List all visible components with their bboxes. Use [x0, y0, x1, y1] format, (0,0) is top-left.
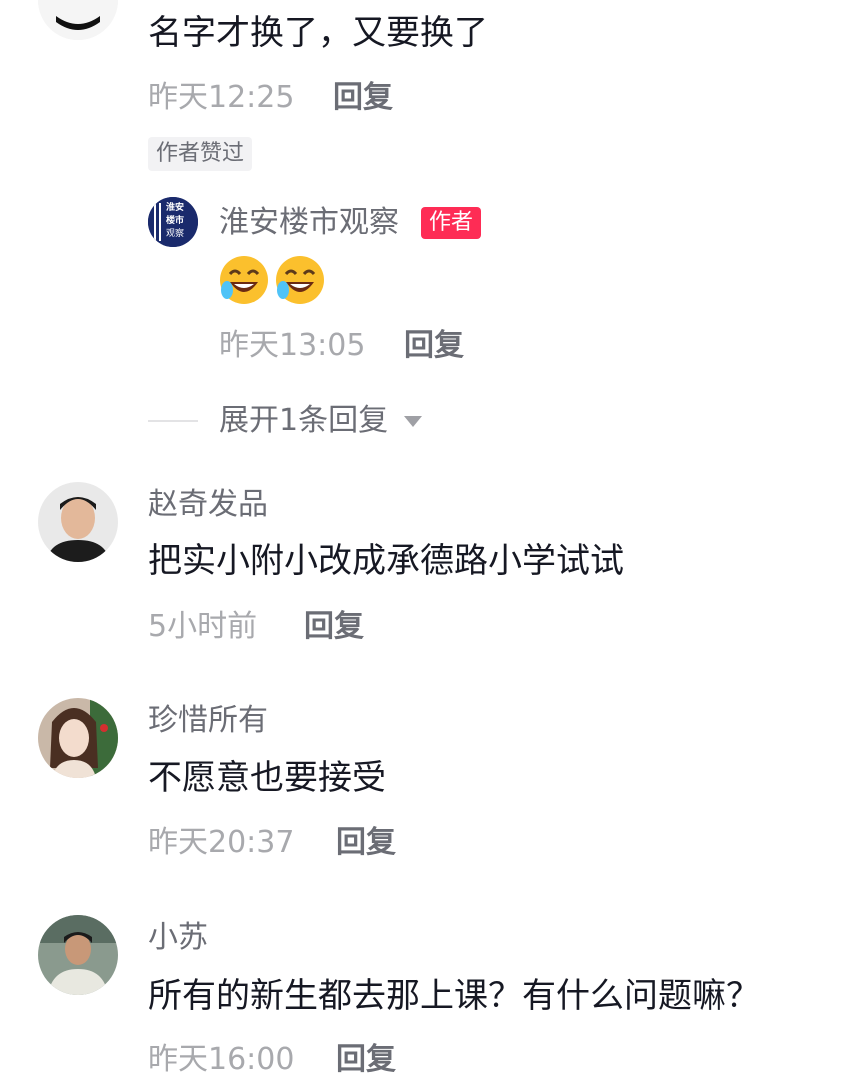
laughing-emoji-icon: [220, 256, 324, 304]
comment-text: 名字才换了，又要换了: [148, 13, 488, 53]
reply-author-name[interactable]: 淮安楼市观察: [219, 205, 399, 241]
avatar-author[interactable]: 淮安 楼市 观察: [148, 197, 198, 247]
reply-button[interactable]: 回复: [404, 328, 464, 364]
comment-time: 昨天12:25: [148, 80, 295, 115]
avatar-commenter[interactable]: [38, 698, 118, 778]
author-liked-badge: 作者赞过: [148, 137, 253, 171]
avatar-commenter-1[interactable]: [38, 0, 118, 40]
comment-time: 昨天16:00: [148, 1042, 295, 1077]
avatar-author-logo-text: 淮安 楼市 观察: [166, 203, 185, 239]
commenter-name[interactable]: 赵奇发品: [148, 487, 268, 523]
reply-button[interactable]: 回复: [336, 825, 396, 861]
avatar-commenter[interactable]: [38, 482, 118, 562]
comment-time: 昨天20:37: [148, 825, 295, 860]
reply-button[interactable]: 回复: [336, 1042, 396, 1078]
reply-button[interactable]: 回复: [304, 609, 364, 645]
reply-time: 昨天13:05: [219, 328, 366, 363]
comment-text: 所有的新生都去那上课？有什么问题嘛？: [148, 976, 760, 1016]
comment-text: 把实小附小改成承德路小学试试: [148, 541, 624, 581]
author-badge: 作者: [421, 207, 482, 239]
commenter-name[interactable]: 小苏: [148, 920, 208, 956]
laughing-emoji-pair: 🤣🤣: [216, 252, 332, 308]
avatar-commenter[interactable]: [38, 915, 118, 995]
comment-time: 5小时前: [148, 609, 258, 644]
expand-divider: [148, 420, 198, 422]
reply-button[interactable]: 回复: [333, 80, 393, 116]
chevron-down-icon[interactable]: [404, 416, 422, 427]
commenter-name[interactable]: 珍惜所有: [148, 703, 268, 739]
comment-text: 不愿意也要接受: [148, 758, 386, 798]
expand-replies-button[interactable]: 展开1条回复: [219, 403, 388, 439]
